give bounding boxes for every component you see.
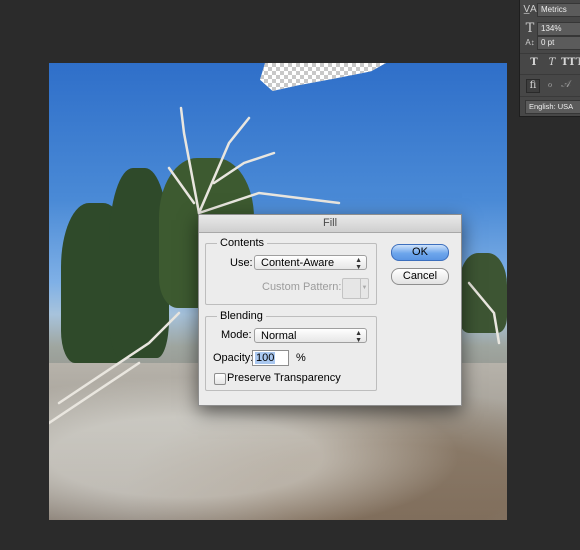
italic-button[interactable]: T: [546, 57, 558, 69]
bold-button[interactable]: T: [528, 57, 540, 69]
custom-pattern-picker[interactable]: ▼: [342, 278, 369, 299]
mode-label: Mode:: [221, 329, 252, 341]
opacity-value: 100: [255, 352, 276, 364]
chevron-down-icon: ▼: [360, 279, 368, 298]
swash-button[interactable]: 𝒜: [560, 79, 572, 91]
dialog-title: Fill: [199, 215, 461, 233]
preserve-transparency-checkbox[interactable]: [214, 373, 226, 385]
baseline-shift-field[interactable]: 0 pt: [537, 35, 580, 50]
opacity-unit: %: [296, 352, 306, 364]
opacity-label: Opacity:: [213, 352, 254, 364]
use-select[interactable]: Content-Aware ▲ ▼: [254, 255, 367, 271]
kerning-row: V̲A Metrics: [523, 2, 580, 17]
panel-divider: [520, 74, 580, 75]
use-select-value: Content-Aware: [261, 257, 335, 269]
opacity-input[interactable]: 100: [252, 350, 289, 366]
mode-select-value: Normal: [261, 330, 297, 342]
kerning-icon: V̲A: [523, 4, 537, 15]
preserve-transparency-label[interactable]: Preserve Transparency: [227, 371, 341, 385]
custom-pattern-label: Custom Pattern:: [262, 281, 342, 293]
blending-legend: Blending: [217, 309, 266, 323]
select-arrows-icon: ▲ ▼: [355, 257, 362, 271]
select-arrows-icon: ▲ ▼: [355, 330, 362, 344]
old-style-button[interactable]: ℴ: [544, 79, 556, 91]
mode-select[interactable]: Normal ▲ ▼: [254, 328, 367, 344]
use-label: Use:: [230, 257, 253, 269]
language-select[interactable]: English: USA: [525, 100, 580, 114]
panel-divider: [520, 96, 580, 97]
ok-button[interactable]: OK: [391, 244, 449, 261]
kerning-field[interactable]: Metrics: [537, 2, 580, 17]
font-scale-field[interactable]: 134%: [537, 21, 580, 36]
cancel-button[interactable]: Cancel: [391, 268, 449, 285]
character-panel: V̲A Metrics T 134% A↕ 0 pt T T TT T ﬁ ℴ …: [519, 0, 580, 117]
all-caps-button[interactable]: TT: [561, 57, 576, 69]
tracking-row: A↕ 0 pt: [523, 35, 580, 50]
ligature-button[interactable]: ﬁ: [526, 79, 540, 93]
tracking-icon: A↕: [525, 38, 535, 47]
contents-legend: Contents: [217, 236, 268, 250]
font-size-row: T 134%: [523, 21, 580, 36]
panel-divider: [520, 53, 580, 54]
small-caps-button[interactable]: T: [576, 57, 580, 69]
font-size-icon: T: [525, 21, 535, 36]
